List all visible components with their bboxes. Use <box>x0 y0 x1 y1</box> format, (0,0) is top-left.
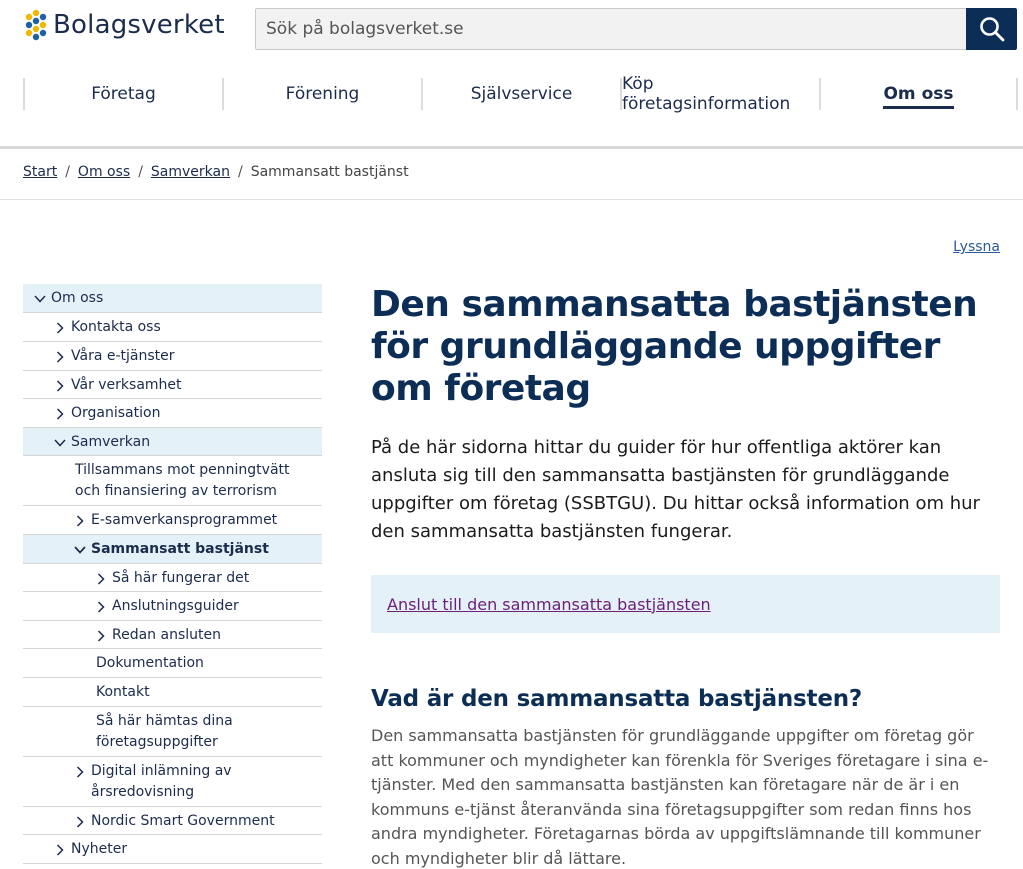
sidenav-item-label: Nyheter <box>71 841 128 857</box>
body-paragraph: Den sammansatta bastjänsten för grundläg… <box>371 726 989 868</box>
sidenav-item-redan-ansluten[interactable]: Redan ansluten <box>23 621 322 649</box>
chevron-right-icon <box>94 596 108 617</box>
chevron-right-icon <box>73 811 87 832</box>
sidenav-item-label: Så här hämtas dina företagsuppgifter <box>96 713 233 750</box>
sidenav-item-label: Kontakt <box>96 684 150 700</box>
chevron-down-icon <box>53 432 67 453</box>
breadcrumb-samverkan[interactable]: Samverkan <box>151 164 230 180</box>
sidenav-item-tillsammans[interactable]: Tillsammans mot penningtvätt och finansi… <box>23 456 322 506</box>
breadcrumb: Start / Om oss / Samverkan / Sammansatt … <box>23 164 409 180</box>
lead-paragraph: På de här sidorna hittar du guider för h… <box>371 437 980 542</box>
cta-box: Anslut till den sammansatta bastjänsten <box>371 575 1000 633</box>
nav-item-label: Köp företagsinformation <box>622 74 791 114</box>
sidenav-item-label: E-samverkansprogrammet <box>91 512 278 528</box>
logo-text: Bolagsverket <box>53 10 225 40</box>
breadcrumb-divider <box>0 199 1023 200</box>
sidenav-item-label: Anslutningsguider <box>112 598 239 614</box>
nav-item-foretag[interactable]: Företag <box>23 78 222 110</box>
sidenav-item-sa-har-fungerar-det[interactable]: Så här fungerar det <box>23 564 322 592</box>
search-button[interactable] <box>966 8 1017 50</box>
sidenav-item-organisation[interactable]: Organisation <box>23 399 322 428</box>
sidenav-item-label: Tillsammans mot penningtvätt och finansi… <box>75 462 290 499</box>
chevron-right-icon <box>94 568 108 589</box>
sidenav-item-samverkan[interactable]: Samverkan <box>23 428 322 456</box>
sidenav-item-label: Dokumentation <box>96 655 204 671</box>
nav-item-forening[interactable]: Förening <box>222 78 421 110</box>
site-search <box>255 8 1017 50</box>
chevron-down-icon <box>33 288 47 309</box>
chevron-right-icon <box>53 375 67 396</box>
sidenav-item-label: Nordic Smart Government <box>91 813 275 829</box>
listen-link[interactable]: Lyssna <box>953 239 1000 255</box>
connect-service-link[interactable]: Anslut till den sammansatta bastjänsten <box>387 595 711 614</box>
header-divider <box>0 146 1023 149</box>
chevron-right-icon <box>53 346 67 367</box>
nav-item-label: Företag <box>91 84 156 104</box>
sidenav-item-kontakt[interactable]: Kontakt <box>23 678 322 707</box>
sidenav-item-label: Så här fungerar det <box>112 570 250 586</box>
sidenav-item-dokumentation[interactable]: Dokumentation <box>23 649 322 678</box>
sidenav-item-om-oss[interactable]: Om oss <box>23 284 322 313</box>
breadcrumb-separator: / <box>237 164 243 180</box>
sidenav-item-sa-har-hamtas[interactable]: Så här hämtas dina företagsuppgifter <box>23 707 322 757</box>
breadcrumb-separator: / <box>138 164 143 180</box>
sidenav-item-label: Organisation <box>71 405 161 421</box>
sidenav-item-digital-inlamning[interactable]: Digital inlämning av årsredovisning <box>23 757 322 807</box>
sidenav-item-var-verksamhet[interactable]: Vår verksamhet <box>23 371 322 399</box>
nav-item-label: Förening <box>285 84 360 104</box>
breadcrumb-start[interactable]: Start <box>23 164 57 180</box>
logo-mark-icon <box>25 9 47 41</box>
nav-item-sjalvservice[interactable]: Självservice <box>421 78 620 110</box>
sidenav-item-e-samverkansprogrammet[interactable]: E-samverkansprogrammet <box>23 506 322 535</box>
chevron-right-icon <box>53 839 67 860</box>
section-heading: Vad är den sammansatta bastjänsten? <box>371 686 863 712</box>
nav-item-label: Om oss <box>883 84 954 109</box>
search-icon <box>979 17 1004 42</box>
sidenav-item-vara-e-tjanster[interactable]: Våra e-tjänster <box>23 342 322 371</box>
nav-item-om-oss[interactable]: Om oss <box>819 78 1018 110</box>
sidenav-item-label: Om oss <box>51 290 104 306</box>
main-content: Den sammansatta bastjänsten för grundläg… <box>371 284 1000 869</box>
bolagsverket-logo[interactable]: Bolagsverket <box>23 9 225 41</box>
chevron-right-icon <box>53 403 67 424</box>
sidenav-item-nordic-smart-government[interactable]: Nordic Smart Government <box>23 807 322 835</box>
sidenav-item-kontakta-oss[interactable]: Kontakta oss <box>23 313 322 342</box>
sidenav-item-nyheter[interactable]: Nyheter <box>23 835 322 864</box>
side-navigation: Om oss Kontakta oss Våra e-tjänster Vår … <box>23 284 322 864</box>
sidenav-item-sammansatt-bastjanst[interactable]: Sammansatt bastjänst <box>23 535 322 564</box>
sidenav-item-label: Våra e-tjänster <box>71 348 175 364</box>
breadcrumb-separator: / <box>65 164 70 180</box>
nav-item-label: Självservice <box>470 84 573 104</box>
chevron-down-icon <box>73 539 87 560</box>
sidenav-item-label: Kontakta oss <box>71 319 161 335</box>
sidenav-item-label: Digital inlämning av årsredovisning <box>91 763 232 800</box>
chevron-right-icon <box>94 625 108 646</box>
chevron-right-icon <box>53 317 67 338</box>
sidenav-item-label: Samverkan <box>71 434 151 450</box>
nav-item-kop-foretagsinformation[interactable]: Köp företagsinformation <box>620 74 819 114</box>
search-input[interactable] <box>255 8 966 50</box>
chevron-right-icon <box>73 510 87 531</box>
chevron-right-icon <box>73 761 87 782</box>
main-navigation: Företag Förening Självservice Köp företa… <box>23 74 1018 114</box>
breadcrumb-om-oss[interactable]: Om oss <box>78 164 130 180</box>
breadcrumb-current: Sammansatt bastjänst <box>250 164 409 180</box>
sidenav-item-label: Redan ansluten <box>112 627 221 643</box>
sidenav-item-label: Sammansatt bastjänst <box>91 541 269 557</box>
sidenav-item-anslutningsguider[interactable]: Anslutningsguider <box>23 592 322 621</box>
page-title: Den sammansatta bastjänsten för grundläg… <box>371 284 978 409</box>
sidenav-item-label: Vår verksamhet <box>71 377 182 393</box>
